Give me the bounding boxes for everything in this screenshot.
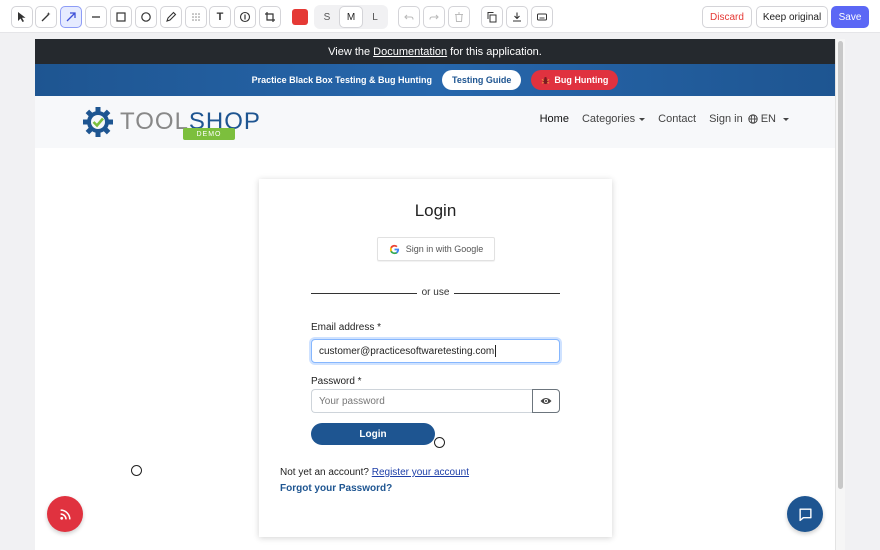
copy-icon[interactable] bbox=[481, 6, 503, 28]
ellipse-icon[interactable] bbox=[135, 6, 157, 28]
arrow-icon[interactable] bbox=[60, 6, 82, 28]
google-sign-in-button[interactable]: Sign in with Google bbox=[377, 237, 495, 261]
register-link[interactable]: Register your account bbox=[372, 467, 469, 478]
forgot-password-link[interactable]: Forgot your Password? bbox=[280, 483, 392, 494]
password-placeholder: Your password bbox=[319, 395, 385, 407]
globe-icon bbox=[748, 114, 758, 124]
undo-icon[interactable] bbox=[398, 6, 420, 28]
keyboard-icon[interactable] bbox=[531, 6, 553, 28]
download-icon[interactable] bbox=[506, 6, 528, 28]
nav-home[interactable]: Home bbox=[540, 113, 569, 125]
blur-icon[interactable] bbox=[185, 6, 207, 28]
rss-icon bbox=[59, 508, 71, 520]
chat-button[interactable] bbox=[787, 496, 823, 532]
size-medium-button[interactable]: M bbox=[339, 6, 363, 28]
trash-icon[interactable] bbox=[448, 6, 470, 28]
documentation-link[interactable]: Documentation bbox=[373, 46, 447, 58]
gear-check-icon bbox=[83, 107, 113, 137]
nav-categories-label: Categories bbox=[581, 113, 636, 125]
language-label: EN bbox=[760, 113, 776, 125]
bug-hunting-button[interactable]: Bug Hunting bbox=[531, 70, 619, 90]
scrollbar-thumb[interactable] bbox=[838, 41, 843, 489]
language-selector[interactable]: EN bbox=[748, 113, 789, 125]
rectangle-icon[interactable] bbox=[110, 6, 132, 28]
text-icon[interactable]: T bbox=[209, 6, 231, 28]
redo-icon[interactable] bbox=[423, 6, 445, 28]
text-caret bbox=[495, 345, 497, 357]
email-field-value: customer@practicesoftwaretesting.com bbox=[319, 345, 495, 357]
login-card: Login Sign in with Google or use Email a… bbox=[259, 179, 612, 537]
chat-icon bbox=[798, 507, 812, 521]
nav-sign-in[interactable]: Sign in bbox=[709, 113, 743, 125]
color-picker[interactable] bbox=[292, 9, 308, 25]
documentation-banner: View the Documentation for this applicat… bbox=[35, 39, 835, 64]
google-sign-in-label: Sign in with Google bbox=[405, 244, 484, 254]
size-small-button[interactable]: S bbox=[315, 6, 339, 28]
line-icon[interactable] bbox=[85, 6, 107, 28]
logo-demo-badge: DEMO bbox=[183, 128, 235, 140]
toolshop-logo[interactable]: TOOLSHOP DEMO bbox=[82, 104, 260, 140]
keep-original-button[interactable]: Keep original bbox=[756, 6, 828, 28]
google-icon bbox=[389, 244, 399, 254]
page-screenshot: View the Documentation for this applicat… bbox=[35, 39, 835, 550]
doc-banner-prefix: View the bbox=[328, 45, 371, 58]
show-password-button[interactable] bbox=[532, 389, 560, 413]
bug-hunting-label: Bug Hunting bbox=[554, 75, 609, 85]
chevron-down-icon bbox=[783, 117, 789, 121]
password-label: Password * bbox=[311, 376, 362, 387]
eye-icon bbox=[540, 398, 552, 404]
divider-label: or use bbox=[421, 287, 450, 298]
logo-text-tool: TOOL bbox=[120, 108, 189, 135]
pen-icon[interactable] bbox=[160, 6, 182, 28]
annotation-toolbar: T S M L Discard Keep original Save bbox=[0, 0, 880, 33]
email-field[interactable]: customer@practicesoftwaretesting.com bbox=[311, 339, 560, 363]
cursor-marker bbox=[434, 437, 445, 448]
promo-text: Practice Black Box Testing & Bug Hunting bbox=[251, 75, 433, 85]
login-submit-button[interactable]: Login bbox=[311, 423, 435, 445]
scrollbar[interactable] bbox=[835, 39, 845, 550]
password-field[interactable]: Your password bbox=[311, 389, 532, 413]
cursor-marker bbox=[131, 465, 142, 476]
chevron-down-icon bbox=[639, 117, 646, 121]
register-line: Not yet an account? Register your accoun… bbox=[280, 467, 469, 478]
rss-button[interactable] bbox=[47, 496, 83, 532]
size-large-button[interactable]: L bbox=[363, 6, 387, 28]
login-title: Login bbox=[414, 201, 457, 220]
nav-links: Home Categories Contact Sign in EN bbox=[540, 113, 789, 125]
navbar: TOOLSHOP DEMO Home Categories Contact Si… bbox=[35, 96, 835, 148]
testing-guide-button[interactable]: Testing Guide bbox=[442, 70, 522, 90]
step-counter-icon[interactable] bbox=[234, 6, 256, 28]
promo-banner: Practice Black Box Testing & Bug Hunting… bbox=[35, 64, 835, 96]
pointer-icon[interactable] bbox=[11, 6, 33, 28]
bug-icon bbox=[542, 76, 550, 84]
email-label: Email address * bbox=[311, 322, 382, 333]
save-button[interactable]: Save bbox=[831, 6, 869, 28]
magic-wand-icon[interactable] bbox=[35, 6, 57, 28]
doc-banner-suffix: for this application. bbox=[450, 45, 542, 58]
nav-categories[interactable]: Categories bbox=[581, 113, 646, 125]
nav-contact[interactable]: Contact bbox=[658, 113, 696, 125]
no-account-text: Not yet an account? bbox=[280, 467, 369, 478]
discard-button[interactable]: Discard bbox=[702, 6, 752, 28]
or-divider: or use bbox=[311, 287, 560, 299]
crop-icon[interactable] bbox=[259, 6, 281, 28]
stroke-size-group: S M L bbox=[314, 5, 388, 29]
